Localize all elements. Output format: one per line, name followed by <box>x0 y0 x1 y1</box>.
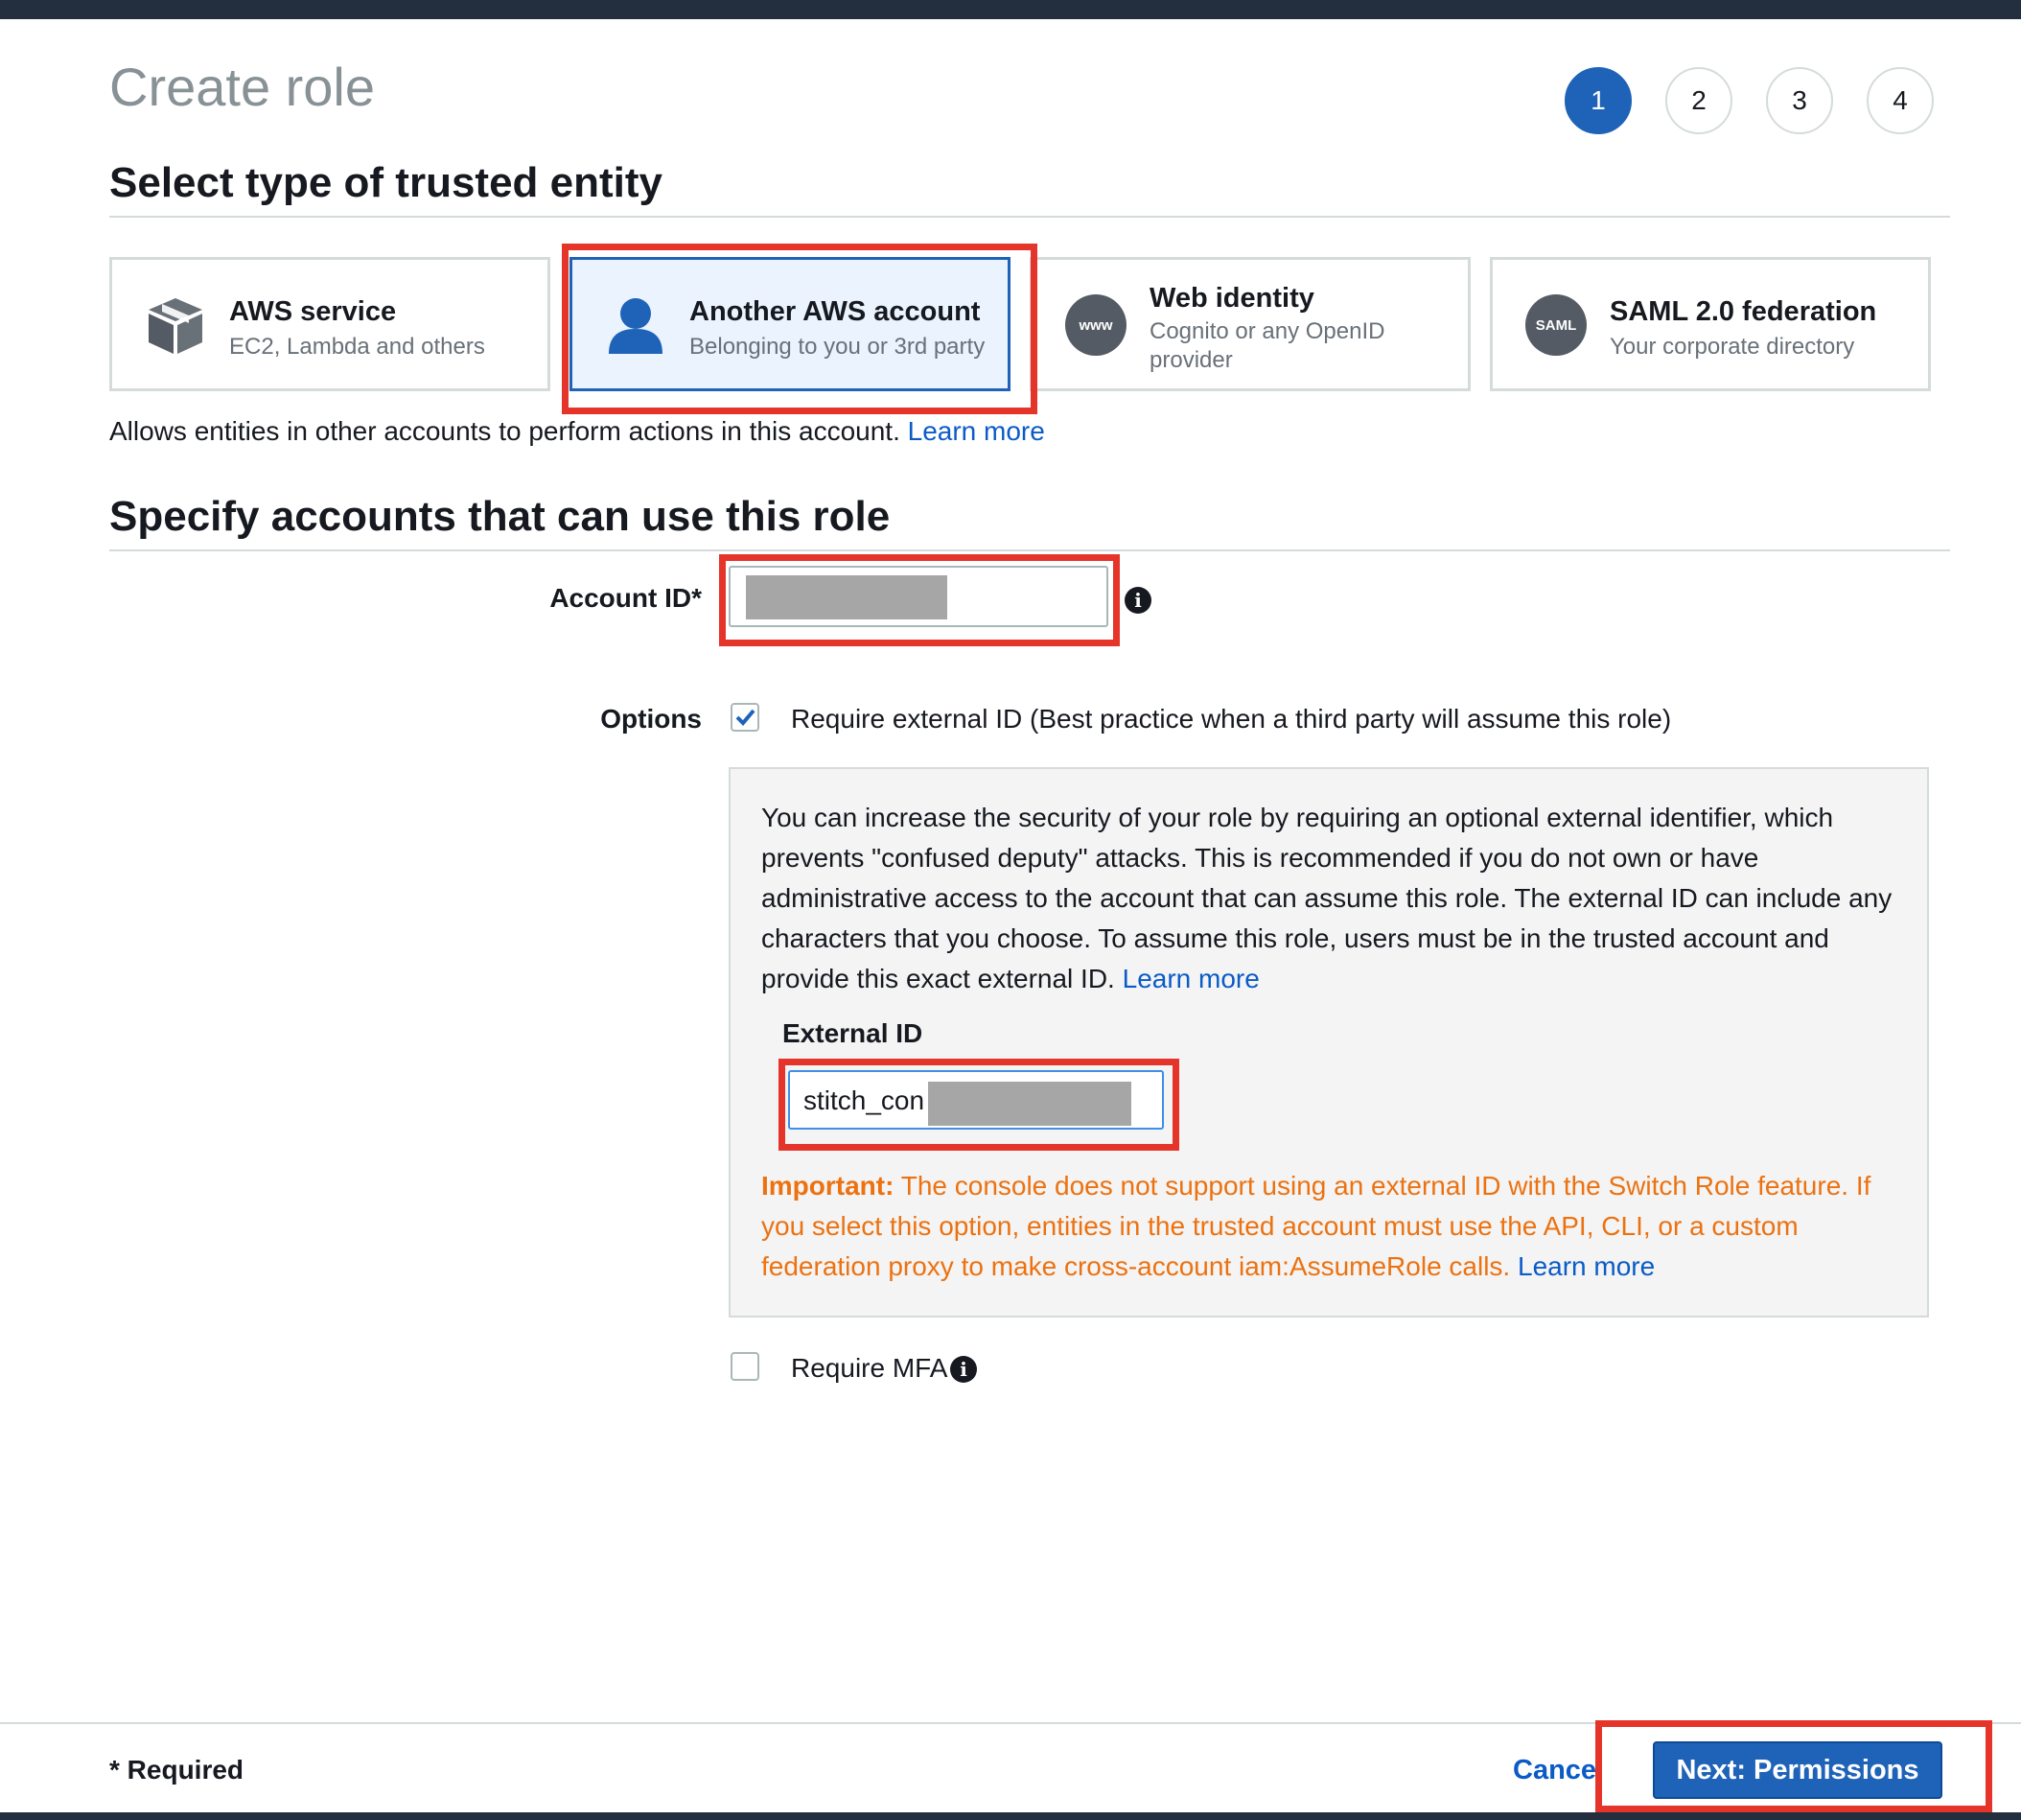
highlight-box <box>1595 1720 1992 1812</box>
step-3[interactable]: 3 <box>1766 67 1833 134</box>
checkmark-icon <box>735 709 755 726</box>
divider <box>109 549 1950 551</box>
entity-card-aws-service[interactable]: AWS service EC2, Lambda and others <box>109 257 550 391</box>
require-mfa-label: Require MFA <box>791 1353 948 1383</box>
bottom-bar <box>0 1812 2021 1820</box>
external-id-label: External ID <box>782 1018 923 1048</box>
step-2[interactable]: 2 <box>1665 67 1732 134</box>
entity-card-web-identity[interactable]: www Web identity Cognito or any OpenID p… <box>1030 257 1471 391</box>
highlight-box <box>778 1059 1179 1151</box>
learn-more-link[interactable]: Learn more <box>1518 1251 1655 1281</box>
cancel-button[interactable]: Cancel <box>1513 1755 1595 1786</box>
step-1[interactable]: 1 <box>1565 67 1632 134</box>
require-external-id-checkbox[interactable] <box>731 703 759 732</box>
saml-icon: SAML <box>1525 294 1587 356</box>
entity-card-subtitle: EC2, Lambda and others <box>229 334 485 360</box>
step-4[interactable]: 4 <box>1867 67 1934 134</box>
account-id-label: Account ID* <box>549 583 702 613</box>
entity-card-subtitle: Cognito or any OpenID provider <box>1150 318 1385 373</box>
trusted-entity-heading: Select type of trusted entity <box>109 159 663 206</box>
highlight-box <box>719 554 1120 646</box>
important-warning: Important: The console does not support … <box>761 1171 1871 1281</box>
cube-icon <box>145 294 206 356</box>
accounts-heading: Specify accounts that can use this role <box>109 493 891 540</box>
entity-card-title: Web identity <box>1150 283 1314 314</box>
info-icon[interactable]: i <box>950 1356 977 1383</box>
highlight-box <box>562 244 1037 414</box>
divider <box>109 216 1950 218</box>
learn-more-link[interactable]: Learn more <box>1123 964 1260 993</box>
required-note: * Required <box>109 1755 244 1785</box>
entity-description: Allows entities in other accounts to per… <box>109 416 1045 446</box>
require-external-id-label: Require external ID (Best practice when … <box>791 704 1672 734</box>
entity-card-title: SAML 2.0 federation <box>1610 296 1877 327</box>
www-icon: www <box>1065 294 1127 356</box>
entity-card-saml-federation[interactable]: SAML SAML 2.0 federation Your corporate … <box>1490 257 1931 391</box>
external-id-explanation: You can increase the security of your ro… <box>761 803 1893 993</box>
options-label: Options <box>600 704 702 734</box>
external-id-panel: You can increase the security of your ro… <box>729 767 1929 1318</box>
require-mfa-checkbox[interactable] <box>731 1352 759 1381</box>
info-icon[interactable]: i <box>1125 587 1151 614</box>
top-nav-bar <box>0 0 2021 19</box>
entity-card-subtitle: Your corporate directory <box>1610 334 1855 360</box>
page-title: Create role <box>109 57 376 117</box>
learn-more-link[interactable]: Learn more <box>908 416 1045 446</box>
entity-card-title: AWS service <box>229 296 397 327</box>
